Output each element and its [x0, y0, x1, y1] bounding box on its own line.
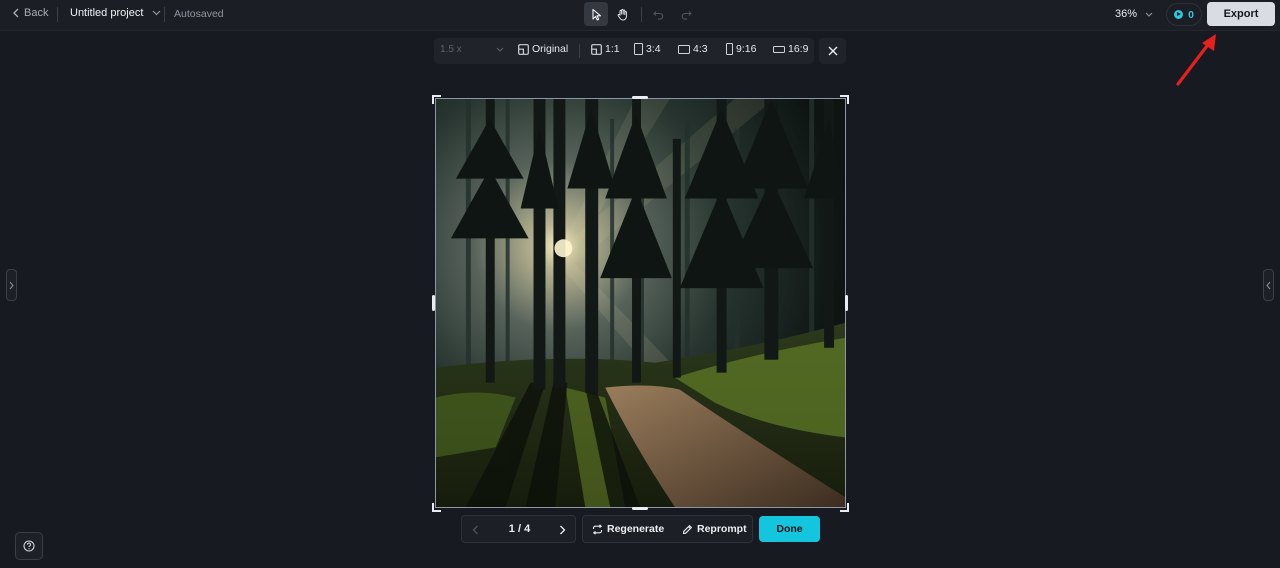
project-title-menu[interactable]: Untitled project	[70, 7, 161, 19]
aspect-9-16-button[interactable]: 9:16	[726, 43, 756, 55]
annotation-arrow-icon	[1176, 34, 1216, 86]
tall-ratio-icon	[726, 43, 733, 55]
aspect-label: 3:4	[646, 43, 661, 55]
credit-icon	[1174, 10, 1184, 19]
aspect-1-1-button[interactable]: 1:1	[591, 43, 620, 55]
aspect-ratio-toolbar: 1.5 x Original 1:1 3:4 4:3 9:16 16:9	[434, 38, 814, 64]
credits-count: 0	[1188, 8, 1194, 21]
divider	[641, 7, 642, 22]
variation-pager: 1 / 4	[461, 515, 576, 543]
divider	[579, 44, 580, 58]
crop-handle-left[interactable]	[432, 295, 435, 311]
crop-handle-bottom-right[interactable]	[840, 503, 849, 512]
aspect-16-9-button[interactable]: 16:9	[773, 43, 808, 55]
chevron-left-icon	[13, 8, 19, 18]
done-button[interactable]: Done	[759, 516, 820, 542]
project-title: Untitled project	[70, 7, 144, 19]
redo-button[interactable]	[674, 2, 698, 26]
canvas-image[interactable]	[435, 98, 846, 508]
aspect-3-4-button[interactable]: 3:4	[634, 43, 661, 55]
back-label: Back	[24, 7, 49, 19]
aspect-label: Original	[532, 43, 569, 55]
divider	[164, 7, 165, 22]
top-bar: Back Untitled project Autosaved 36% 0 Ex…	[0, 0, 1280, 31]
select-tool-button[interactable]	[584, 2, 608, 26]
repeat-icon	[592, 523, 603, 535]
chevron-right-icon	[9, 281, 14, 289]
crop-handle-bottom[interactable]	[632, 507, 648, 510]
landscape-ratio-icon	[678, 44, 690, 54]
right-panel-toggle[interactable]	[1263, 269, 1274, 301]
zoom-dropdown[interactable]: 36%	[1115, 8, 1153, 20]
aspect-label: 16:9	[788, 43, 809, 55]
help-icon	[23, 540, 35, 552]
regenerate-button[interactable]: Regenerate	[592, 523, 664, 535]
crop-handle-right[interactable]	[845, 295, 848, 311]
undo-button[interactable]	[646, 2, 670, 26]
scale-value: 1.5 x	[440, 44, 462, 55]
autosave-status: Autosaved	[174, 8, 224, 20]
aspect-original-button[interactable]: Original	[518, 43, 568, 55]
scale-dropdown[interactable]: 1.5 x	[440, 44, 504, 55]
forest-image	[436, 99, 845, 507]
reprompt-label: Reprompt	[697, 523, 747, 535]
pencil-icon	[682, 524, 692, 534]
undo-icon	[652, 10, 663, 20]
export-button[interactable]: Export	[1207, 2, 1275, 26]
hand-icon	[617, 8, 627, 21]
close-icon	[828, 46, 837, 56]
redo-icon	[681, 10, 692, 20]
back-button[interactable]: Back	[12, 7, 48, 19]
zoom-level: 36%	[1115, 8, 1138, 20]
crop-original-icon	[518, 43, 529, 55]
square-ratio-icon	[591, 43, 602, 55]
crop-handle-top-right[interactable]	[840, 95, 849, 104]
close-crop-button[interactable]	[819, 38, 846, 64]
aspect-label: 4:3	[693, 43, 708, 55]
divider	[57, 7, 58, 22]
regenerate-label: Regenerate	[607, 523, 665, 535]
aspect-4-3-button[interactable]: 4:3	[678, 43, 708, 55]
reprompt-button[interactable]: Reprompt	[682, 523, 747, 535]
help-button[interactable]	[15, 532, 43, 560]
credits-badge[interactable]: 0	[1166, 3, 1202, 26]
crop-handle-bottom-left[interactable]	[432, 503, 441, 512]
wide-ratio-icon	[773, 45, 785, 53]
chevron-down-icon	[496, 47, 504, 52]
portrait-ratio-icon	[634, 43, 643, 55]
left-panel-toggle[interactable]	[6, 269, 17, 301]
hand-tool-button[interactable]	[610, 2, 634, 26]
image-actions: Regenerate Reprompt	[582, 515, 753, 543]
chevron-left-icon	[1266, 281, 1271, 289]
chevron-down-icon	[152, 10, 161, 16]
aspect-label: 1:1	[605, 43, 620, 55]
chevron-right-icon[interactable]	[556, 524, 568, 536]
crop-handle-top[interactable]	[632, 96, 648, 99]
pointer-icon	[591, 8, 601, 21]
crop-handle-top-left[interactable]	[432, 95, 441, 104]
aspect-label: 9:16	[736, 43, 757, 55]
chevron-down-icon	[1145, 12, 1153, 17]
